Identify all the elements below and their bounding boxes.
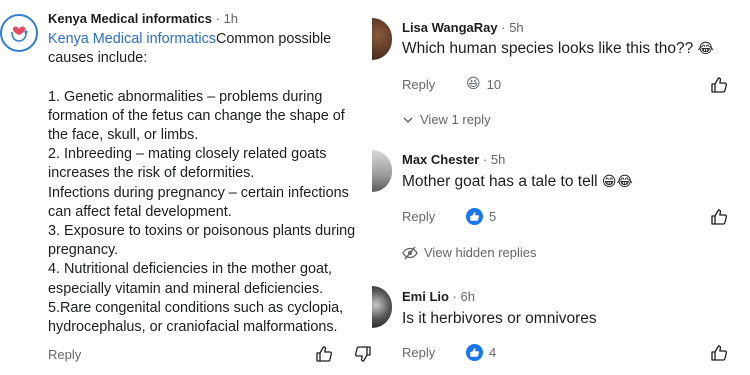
reply-button[interactable]: Reply (48, 347, 81, 362)
chevron-down-icon (403, 116, 413, 123)
reply-button[interactable]: Reply (402, 209, 435, 224)
laughing-reaction-icon: 😆 (466, 76, 481, 92)
comment-time: 1h (223, 11, 239, 26)
comment-text: Which human species looks like this tho?… (402, 40, 714, 57)
left-comment-panel: Kenya Medical informatics · 1h Kenya Med… (0, 0, 372, 375)
comment-header: Emi Lio · 6h (402, 289, 475, 304)
tears-of-joy-icon: 😂 (697, 41, 714, 57)
comment-header: Kenya Medical informatics · 1h (48, 11, 239, 26)
author-name[interactable]: Max Chester (402, 152, 479, 167)
like-reaction-icon (466, 208, 483, 225)
kenya-medical-avatar[interactable] (0, 14, 38, 52)
like-button[interactable] (315, 345, 333, 363)
thumbs-up-icon[interactable] (710, 76, 728, 94)
reply-button[interactable]: Reply (402, 77, 435, 92)
author-name[interactable]: Kenya Medical informatics (48, 11, 212, 26)
comment-text: Mother goat has a tale to tell 😁😂 (402, 173, 633, 190)
reaction-summary[interactable]: 4 (466, 344, 496, 361)
comment-time: 5h (490, 152, 506, 167)
thumbs-down-icon (354, 346, 371, 362)
avatar[interactable] (372, 150, 392, 192)
thumbs-up-icon[interactable] (710, 344, 728, 362)
thumbs-up-icon (316, 346, 333, 362)
comment-header: Max Chester · 5h (402, 152, 506, 167)
like-reaction-icon (466, 344, 483, 361)
comment-time: 5h (509, 20, 524, 35)
view-hidden-replies-link[interactable]: View hidden replies (402, 245, 537, 260)
author-name[interactable]: Emi Lio (402, 289, 449, 304)
comment-text: Kenya Medical informaticsCommon possible… (48, 31, 356, 336)
reaction-count: 4 (489, 345, 497, 360)
comment-text: Is it herbivores or omnivores (402, 310, 597, 327)
reply-button[interactable]: Reply (402, 345, 435, 360)
reaction-count: 5 (489, 209, 497, 224)
avatar[interactable] (372, 286, 392, 328)
view-replies-link[interactable]: View 1 reply (402, 112, 491, 127)
comment-time: 6h (460, 289, 475, 304)
reaction-count: 10 (486, 76, 502, 92)
hidden-eye-icon (402, 246, 418, 259)
reaction-summary[interactable]: 😆 10 (466, 76, 501, 92)
reaction-summary[interactable]: 5 (466, 208, 496, 225)
medical-logo-icon (11, 26, 28, 42)
author-mention[interactable]: Kenya Medical informatics (48, 31, 216, 47)
author-name[interactable]: Lisa WangaRay (402, 20, 498, 35)
replies-panel: Lisa WangaRay · 5h Which human species l… (372, 0, 750, 375)
dislike-button[interactable] (354, 345, 372, 363)
comment-header: Lisa WangaRay · 5h (402, 20, 524, 35)
avatar[interactable] (372, 18, 392, 60)
thumbs-up-icon[interactable] (710, 208, 728, 226)
grinning-tears-icon: 😁😂 (601, 174, 633, 190)
